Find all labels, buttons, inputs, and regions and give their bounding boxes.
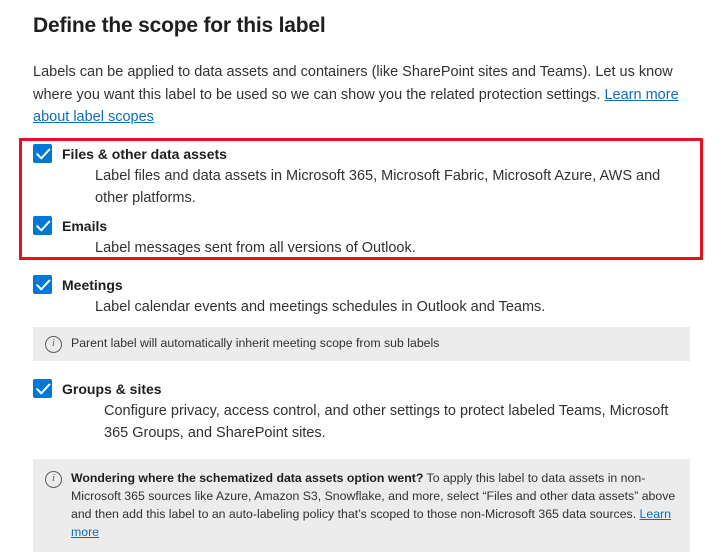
scope-description-files-other-data-assets: Label files and data assets in Microsoft… xyxy=(95,167,661,206)
scope-label-files-other-data-assets: Files & other data assets xyxy=(62,145,227,162)
intro-paragraph: Labels can be applied to data assets and… xyxy=(33,40,690,129)
scope-description-emails: Label messages sent from all versions of… xyxy=(95,239,416,256)
meetings-inherit-info-bar: i Parent label will automatically inheri… xyxy=(33,326,690,361)
scope-option-meetings[interactable]: Meetings xyxy=(33,268,690,295)
info-icon: i xyxy=(45,470,62,488)
scope-description-groups-sites: Configure privacy, access control, and o… xyxy=(104,402,669,441)
scope-label-emails: Emails xyxy=(62,217,108,234)
page-title: Define the scope for this label xyxy=(33,14,326,37)
meetings-inherit-info-text: Parent label will automatically inherit … xyxy=(71,335,440,350)
checkmark-icon xyxy=(36,383,51,394)
info-icon: i xyxy=(45,335,62,353)
schematized-assets-info-lead: Wondering where the schematized data ass… xyxy=(71,470,424,485)
schematized-assets-info-text: Wondering where the schematized data ass… xyxy=(71,469,678,541)
scope-option-groups-sites[interactable]: Groups & sites xyxy=(33,372,690,399)
checkbox-meetings[interactable] xyxy=(33,274,52,294)
checkmark-icon xyxy=(36,148,51,159)
checkbox-groups-sites[interactable] xyxy=(33,378,52,398)
scope-definition-page: Define the scope for this label Labels c… xyxy=(0,0,723,552)
checkmark-icon xyxy=(36,220,51,231)
scope-description-meetings: Label calendar events and meetings sched… xyxy=(95,298,546,315)
scope-label-meetings: Meetings xyxy=(62,276,123,293)
scope-option-emails[interactable]: Emails xyxy=(33,209,690,236)
intro-text: Labels can be applied to data assets and… xyxy=(33,64,673,103)
schematized-assets-info-bar: i Wondering where the schematized data a… xyxy=(33,458,690,552)
scope-option-files-other-data-assets[interactable]: Files & other data assets xyxy=(33,137,690,164)
scope-label-groups-sites: Groups & sites xyxy=(62,380,162,397)
scope-options-list: Files & other data assets Label files an… xyxy=(33,129,690,552)
checkbox-emails[interactable] xyxy=(33,215,52,235)
checkbox-files-other-data-assets[interactable] xyxy=(33,143,52,163)
checkmark-icon xyxy=(36,279,51,290)
